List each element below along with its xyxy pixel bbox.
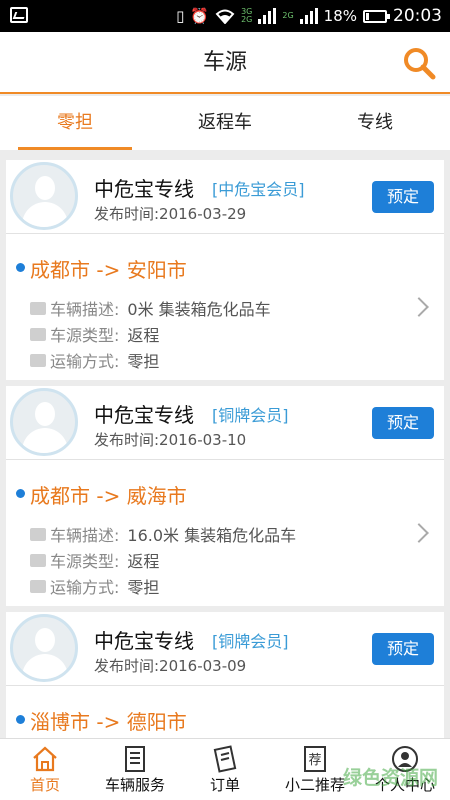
folder-icon — [30, 327, 46, 341]
route-dot-icon — [16, 263, 25, 272]
book-button[interactable]: 预定 — [372, 407, 434, 439]
list-item[interactable]: 中危宝专线 [铜牌会员] 发布时间:2016-03-09 预定 淄博市 -> 德… — [6, 612, 444, 738]
signal-icon-2 — [299, 8, 318, 24]
nav-orders[interactable]: 订单 — [180, 739, 270, 800]
member-badge: [中危宝会员] — [212, 180, 305, 199]
avatar — [10, 614, 78, 682]
route-dot-icon — [16, 715, 25, 724]
status-bar: ▯ ⏰ 3G 2G 2G 18% 20:03 — [0, 0, 450, 32]
vibrate-icon: ▯ — [176, 7, 185, 25]
clock: 20:03 — [393, 6, 442, 26]
search-icon[interactable] — [402, 46, 436, 80]
list-item[interactable]: 中危宝专线 [中危宝会员] 发布时间:2016-03-29 预定 成都市 -> … — [6, 160, 444, 380]
battery-icon — [363, 9, 390, 23]
recommend-icon: 荐 — [304, 746, 326, 772]
publish-date: 发布时间:2016-03-29 — [94, 205, 247, 223]
source-type: 车源类型: 返程 — [30, 548, 159, 572]
image-icon — [10, 7, 28, 23]
route-dot-icon — [16, 489, 25, 498]
publish-date: 发布时间:2016-03-09 — [94, 657, 247, 675]
folder-icon — [30, 553, 46, 567]
order-icon — [213, 745, 237, 773]
nav-home[interactable]: 首页 — [0, 739, 90, 800]
company-name: 中危宝专线 — [94, 177, 194, 201]
tab-return-truck[interactable]: 返程车 — [150, 96, 300, 150]
truck-icon — [30, 353, 46, 367]
network-type: 3G 2G — [241, 7, 253, 24]
box-icon — [30, 301, 46, 315]
network-type-2: 2G — [282, 11, 294, 20]
signal-icon — [258, 8, 277, 24]
truck-icon — [30, 579, 46, 593]
wifi-icon — [215, 9, 235, 24]
list-item[interactable]: 中危宝专线 [铜牌会员] 发布时间:2016-03-10 预定 成都市 -> 威… — [6, 386, 444, 606]
chevron-right-icon[interactable] — [409, 523, 429, 543]
home-icon — [33, 746, 57, 772]
avatar — [10, 388, 78, 456]
member-badge: [铜牌会员] — [212, 632, 289, 651]
avatar — [10, 162, 78, 230]
source-type: 车源类型: 返程 — [30, 322, 159, 346]
tab-bar: 零担 返程车 专线 — [0, 96, 450, 150]
box-icon — [30, 527, 46, 541]
page-title: 车源 — [202, 50, 247, 75]
chevron-right-icon[interactable] — [409, 297, 429, 317]
nav-vehicle-service[interactable]: 车辆服务 — [90, 739, 180, 800]
transport-mode: 运输方式: 零担 — [30, 348, 159, 372]
company-name: 中危宝专线 — [94, 629, 194, 653]
battery-percent: 18% — [323, 7, 357, 25]
bottom-nav: 首页 车辆服务 订单 荐 小二推荐 个人中心 绿色资源网 — [0, 738, 450, 800]
svg-text:荐: 荐 — [308, 753, 321, 768]
company-name: 中危宝专线 — [94, 403, 194, 427]
publish-date: 发布时间:2016-03-10 — [94, 431, 247, 449]
alarm-icon: ⏰ — [190, 7, 210, 25]
vehicle-desc: 车辆描述: 16.0米 集装箱危化品车 — [30, 522, 296, 546]
transport-mode: 运输方式: 零担 — [30, 574, 159, 598]
route: 成都市 -> 威海市 — [30, 484, 187, 508]
watermark: 绿色资源网 — [342, 767, 438, 789]
vehicle-desc: 车辆描述: 0米 集装箱危化品车 — [30, 296, 271, 320]
document-icon — [125, 746, 145, 772]
vehicle-list[interactable]: 中危宝专线 [中危宝会员] 发布时间:2016-03-29 预定 成都市 -> … — [0, 150, 450, 738]
route: 成都市 -> 安阳市 — [30, 258, 187, 282]
app-header: 车源 — [0, 32, 450, 94]
tab-lingdan[interactable]: 零担 — [0, 96, 150, 150]
book-button[interactable]: 预定 — [372, 181, 434, 213]
member-badge: [铜牌会员] — [212, 406, 289, 425]
route: 淄博市 -> 德阳市 — [30, 710, 187, 734]
tab-dedicated-line[interactable]: 专线 — [300, 96, 450, 150]
book-button[interactable]: 预定 — [372, 633, 434, 665]
